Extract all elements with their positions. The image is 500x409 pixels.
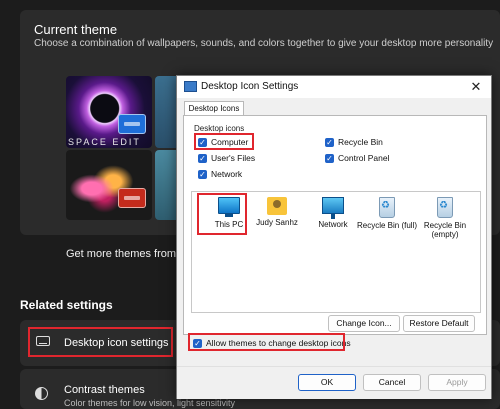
icon-item-recycle-empty[interactable]: Recycle Bin (empty) — [415, 197, 475, 239]
icon-item-user-files[interactable]: Judy Sanhz — [247, 197, 307, 227]
icon-item-network[interactable]: Network — [303, 197, 363, 229]
icon-item-label: Network — [318, 220, 348, 229]
contrast-themes-subtitle: Color themes for low vision, light sensi… — [64, 398, 236, 408]
desktop-icon-settings-dialog: Desktop Icon Settings ✕ Desktop Icons De… — [176, 75, 492, 399]
this-pc-highlight — [197, 193, 247, 235]
cancel-button[interactable]: Cancel — [363, 374, 421, 391]
icon-item-recycle-full[interactable]: Recycle Bin (full) — [357, 197, 417, 230]
icon-item-label: Recycle Bin (empty) — [423, 221, 467, 239]
theme-color-badge-red — [118, 188, 146, 208]
space-theme-label: SPACE EDIT — [68, 137, 141, 147]
dialog-app-icon — [184, 81, 197, 92]
control-panel-checkbox[interactable]: ✓ Control Panel — [325, 153, 390, 163]
restore-default-button[interactable]: Restore Default — [403, 315, 475, 332]
related-settings-heading: Related settings — [20, 298, 113, 312]
recycle-bin-checkbox[interactable]: ✓ Recycle Bin — [325, 137, 383, 147]
get-more-themes-link[interactable]: Get more themes from M — [66, 248, 188, 260]
allow-themes-highlight — [188, 333, 345, 351]
network-checkbox[interactable]: ✓ Network — [198, 169, 242, 179]
current-theme-title: Current theme — [34, 22, 118, 37]
theme-thumbnail-space[interactable]: SPACE EDIT — [66, 76, 152, 148]
user-folder-icon — [267, 197, 287, 215]
control-panel-checkbox-label: Control Panel — [338, 153, 390, 163]
icon-item-label: Judy Sanhz — [256, 218, 298, 227]
theme-color-badge-blue — [118, 114, 146, 134]
checkmark-icon: ✓ — [325, 137, 334, 147]
theme-thumbnail-flower[interactable] — [66, 150, 152, 220]
ok-button[interactable]: OK — [298, 374, 356, 391]
contrast-themes-label[interactable]: Contrast themes — [64, 384, 145, 396]
users-files-checkbox-label: User's Files — [211, 153, 256, 163]
close-icon[interactable]: ✕ — [467, 78, 485, 96]
checkmark-icon: ✓ — [325, 153, 334, 163]
current-theme-subtitle: Choose a combination of wallpapers, soun… — [34, 38, 494, 49]
contrast-icon — [35, 387, 48, 400]
users-files-checkbox[interactable]: ✓ User's Files — [198, 153, 255, 163]
network-icon — [322, 197, 344, 219]
apply-button[interactable]: Apply — [428, 374, 486, 391]
checkmark-icon: ✓ — [198, 153, 207, 163]
checkmark-icon: ✓ — [198, 169, 207, 179]
recycle-bin-empty-icon — [437, 197, 453, 218]
recycle-bin-full-icon — [379, 197, 395, 218]
recycle-bin-checkbox-label: Recycle Bin — [338, 137, 383, 147]
dialog-title: Desktop Icon Settings — [201, 81, 299, 92]
desktop-icons-group-label: Desktop icons — [194, 124, 245, 133]
tab-desktop-icons[interactable]: Desktop Icons — [184, 101, 244, 116]
desktop-icon-settings-highlight — [28, 327, 173, 357]
icon-item-label: Recycle Bin (full) — [357, 221, 418, 230]
change-icon-button[interactable]: Change Icon... — [328, 315, 400, 332]
computer-highlight — [194, 133, 254, 150]
network-checkbox-label: Network — [211, 169, 243, 179]
